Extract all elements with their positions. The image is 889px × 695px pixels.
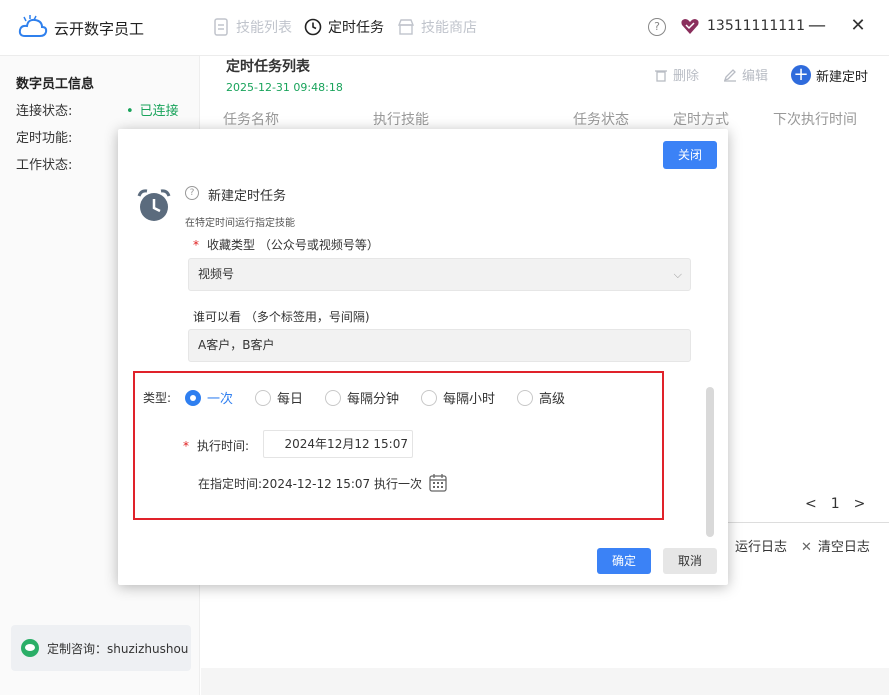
radio-dot: [185, 389, 201, 406]
radio-dot: [421, 389, 437, 406]
confirm-button[interactable]: 确定: [597, 548, 651, 574]
column-header-skill: 执行技能: [373, 112, 429, 128]
sidebar-label-work: 工作状态:: [16, 158, 73, 173]
column-header-mode: 定时方式: [673, 112, 729, 128]
required-mark: *: [183, 439, 189, 453]
store-icon: [397, 19, 415, 35]
prev-page-button[interactable]: <: [805, 496, 817, 512]
dialog-close-button[interactable]: 关闭: [663, 141, 717, 169]
dialog-subtitle: 在特定时间运行指定技能: [185, 218, 295, 229]
current-page[interactable]: 1: [831, 496, 840, 512]
cloud-logo-icon: [18, 15, 48, 37]
sidebar-label-connection: 连接状态:: [16, 104, 73, 119]
page-title: 定时任务列表: [226, 59, 310, 75]
column-header-name: 任务名称: [223, 112, 279, 128]
collect-type-select[interactable]: 视频号 ⌵: [188, 258, 691, 291]
consult-text: 定制咨询：shuzizhushou: [47, 641, 189, 656]
consult-card[interactable]: 定制咨询：shuzizhushou: [11, 625, 191, 671]
status-strip: [201, 668, 889, 695]
nav-skill-list-label: 技能列表: [236, 20, 292, 36]
log-tabs: 运行日志 ✕ 清空日志: [721, 522, 889, 568]
next-page-button[interactable]: >: [854, 496, 866, 512]
calendar-icon[interactable]: [428, 473, 448, 493]
nav-skill-store[interactable]: 技能商店: [397, 17, 477, 37]
new-schedule-dialog: 关闭 ? 新建定时任务 在特定时间运行指定技能 * 收藏类型 （公众号或视频号等）…: [118, 129, 728, 585]
radio-every-hours-label: 每隔小时: [443, 392, 496, 407]
create-schedule-button[interactable]: + 新建定时: [791, 65, 868, 85]
alarm-clock-icon: [137, 189, 171, 221]
visible-to-label: 谁可以看 （多个标签用，号间隔): [193, 310, 370, 324]
help-icon[interactable]: ?: [648, 18, 666, 36]
sidebar-title: 数字员工信息: [16, 77, 95, 92]
connection-status: 已连接: [126, 100, 179, 119]
close-icon: ✕: [801, 540, 812, 555]
exec-time-label-text: 执行时间:: [197, 439, 250, 453]
delete-button[interactable]: 删除: [654, 65, 699, 84]
column-header-status: 任务状态: [573, 112, 629, 128]
exec-note: 在指定时间:2024-12-12 15:07 执行一次: [198, 473, 448, 493]
radio-dot: [325, 389, 341, 406]
app-name: 云开数字员工: [54, 20, 145, 38]
exec-time-label: * 执行时间:: [183, 437, 249, 454]
nav-scheduled-tasks-label: 定时任务: [328, 20, 384, 36]
clock-icon: [304, 18, 322, 36]
wechat-icon: [21, 639, 39, 657]
chevron-down-icon: ⌵: [673, 268, 682, 281]
radio-once[interactable]: 一次: [185, 388, 233, 407]
user-phone[interactable]: 13511111111: [707, 18, 805, 34]
nav-skill-store-label: 技能商店: [421, 20, 477, 36]
close-window-button[interactable]: ✕: [848, 16, 868, 36]
collect-type-value: 视频号: [198, 267, 235, 281]
exec-note-text: 在指定时间:2024-12-12 15:07 执行一次: [198, 476, 422, 491]
radio-every-minutes[interactable]: 每隔分钟: [325, 388, 399, 407]
run-log-tab[interactable]: 运行日志: [735, 536, 787, 555]
radio-every-hours[interactable]: 每隔小时: [421, 388, 495, 407]
dialog-scrollbar[interactable]: [706, 387, 714, 537]
required-mark: *: [193, 238, 199, 252]
schedule-type-section: 类型: 一次 每日 每隔分钟 每隔小时 高级 * 执行时间: 2024年12月12…: [133, 371, 664, 520]
visible-to-input[interactable]: A客户，B客户: [188, 329, 691, 362]
collect-type-label-text: 收藏类型 （公众号或视频号等）: [207, 238, 379, 252]
radio-daily-label: 每日: [277, 392, 304, 407]
exec-time-input[interactable]: 2024年12月12 15:07: [263, 430, 413, 458]
plus-icon: +: [791, 65, 811, 85]
nav-skill-list[interactable]: 技能列表: [212, 17, 292, 37]
collect-type-label: * 收藏类型 （公众号或视频号等）: [193, 236, 379, 253]
type-label: 类型:: [143, 391, 172, 405]
pagination: < 1 >: [805, 496, 865, 512]
cancel-button[interactable]: 取消: [663, 548, 717, 574]
pencil-icon: [723, 68, 736, 82]
edit-button[interactable]: 编辑: [723, 65, 768, 84]
radio-advanced[interactable]: 高级: [517, 388, 565, 407]
document-icon: [214, 18, 228, 36]
clear-log-button[interactable]: ✕ 清空日志: [801, 536, 870, 555]
dialog-help-icon[interactable]: ?: [185, 186, 199, 200]
radio-every-minutes-label: 每隔分钟: [347, 392, 400, 407]
radio-dot: [255, 389, 271, 406]
radio-daily[interactable]: 每日: [255, 388, 303, 407]
trash-icon: [655, 69, 667, 82]
column-header-next-run: 下次执行时间: [773, 112, 857, 128]
minimize-button[interactable]: —: [807, 16, 827, 36]
sidebar-label-schedule: 定时功能:: [16, 131, 73, 146]
radio-dot: [517, 389, 533, 406]
heart-icon: [681, 19, 699, 34]
create-schedule-label: 新建定时: [816, 69, 869, 85]
clear-log-label: 清空日志: [817, 540, 870, 555]
delete-label: 删除: [673, 69, 700, 84]
edit-label: 编辑: [742, 69, 769, 84]
nav-scheduled-tasks[interactable]: 定时任务: [304, 17, 384, 37]
radio-advanced-label: 高级: [539, 392, 566, 407]
title-bar: 云开数字员工 技能列表 定时任务 技能商店 ? 13511111111 — ✕: [0, 0, 889, 56]
radio-once-label: 一次: [207, 392, 234, 407]
current-time: 2025-12-31 09:48:18: [226, 81, 343, 94]
dialog-title: 新建定时任务: [208, 189, 287, 204]
